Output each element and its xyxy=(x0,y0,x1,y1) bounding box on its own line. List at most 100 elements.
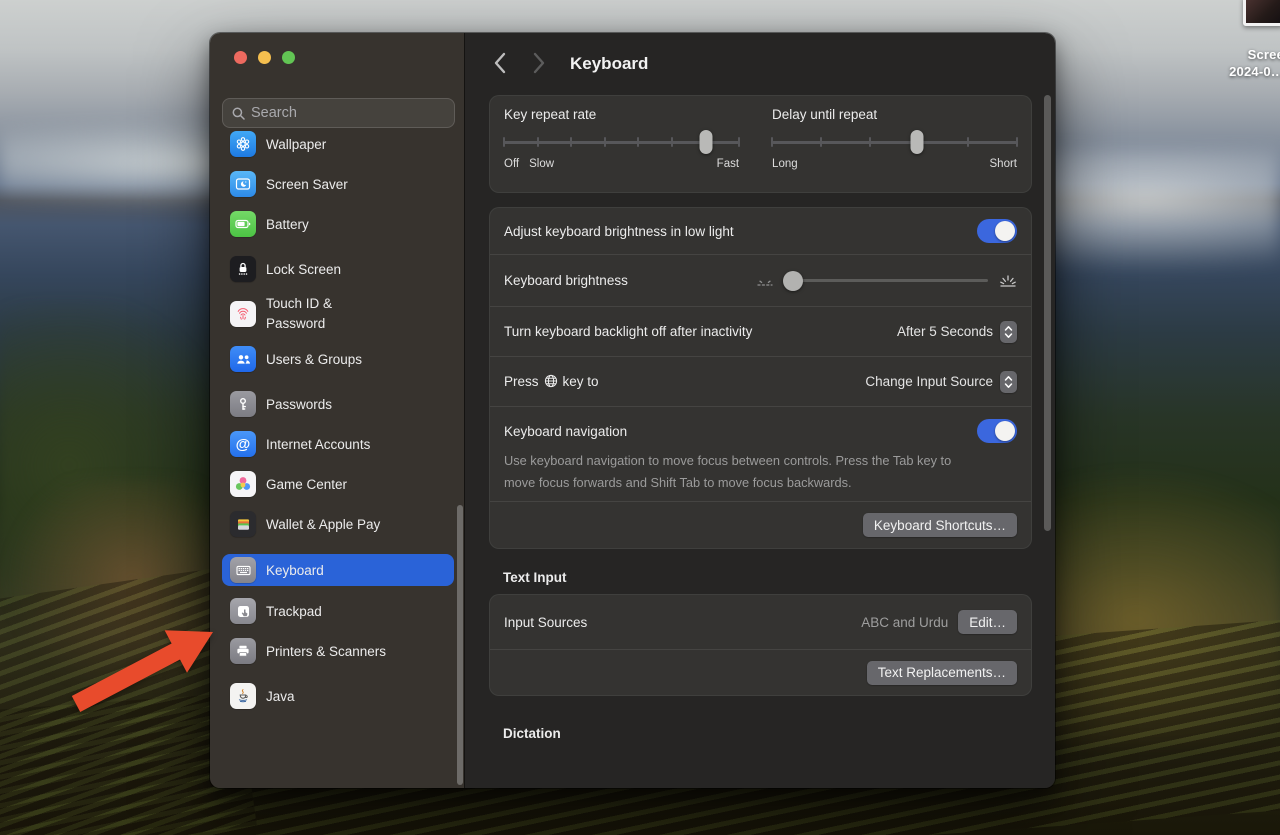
trackpad-icon xyxy=(230,598,256,624)
screen-saver-icon xyxy=(230,171,256,197)
dictation-header: Dictation xyxy=(503,726,1032,741)
globe-key-icon xyxy=(544,374,558,388)
text-replacements-button[interactable]: Text Replacements… xyxy=(867,661,1017,685)
key-repeat-slow-label: Slow xyxy=(529,158,554,170)
backlight-off-label: Turn keyboard backlight off after inacti… xyxy=(504,324,752,339)
key-repeat-label: Key repeat rate xyxy=(504,107,739,122)
keyboard-navigation-label: Keyboard navigation xyxy=(504,424,627,439)
settings-content: Key repeat rate Off xyxy=(489,95,1032,750)
up-down-chevrons-icon xyxy=(1004,375,1013,389)
keyboard-icon xyxy=(230,557,256,583)
passwords-icon xyxy=(230,391,256,417)
main-header: Keyboard xyxy=(465,33,1055,95)
search-placeholder: Search xyxy=(251,105,297,121)
wallpaper-icon xyxy=(230,131,256,157)
globe-key-stepper[interactable] xyxy=(1000,371,1017,393)
adjust-brightness-row: Adjust keyboard brightness in low light xyxy=(490,208,1031,254)
back-button[interactable] xyxy=(493,52,506,79)
java-icon xyxy=(230,683,256,709)
delay-short-label: Short xyxy=(990,158,1018,170)
press-label: Press xyxy=(504,374,539,389)
sidebar-item-java[interactable]: Java xyxy=(222,681,454,711)
keyboard-navigation-description: Use keyboard navigation to move focus be… xyxy=(504,450,972,494)
printer-icon xyxy=(230,638,256,664)
lock-screen-icon xyxy=(230,256,256,282)
screenshot-file-thumbnail[interactable] xyxy=(1243,0,1280,26)
internet-accounts-icon: @ xyxy=(230,431,256,457)
delay-repeat-slider[interactable] xyxy=(772,130,1017,154)
keyboard-brightness-slider[interactable] xyxy=(785,269,988,293)
globe-key-value: Change Input Source xyxy=(865,374,993,389)
delay-long-label: Long xyxy=(772,158,798,170)
sidebar-item-keyboard[interactable]: Keyboard xyxy=(222,554,454,586)
brightness-dim-icon xyxy=(756,273,774,289)
sidebar-scrollbar[interactable] xyxy=(457,505,463,785)
adjust-brightness-toggle[interactable] xyxy=(977,219,1017,243)
key-repeat-card: Key repeat rate Off xyxy=(489,95,1032,193)
chevron-left-icon xyxy=(493,52,506,74)
game-center-icon xyxy=(230,471,256,497)
sidebar-item-game-center[interactable]: Game Center xyxy=(222,469,454,499)
key-repeat-slider[interactable] xyxy=(504,130,739,154)
minimize-button[interactable] xyxy=(258,51,271,64)
keyboard-brightness-row: Keyboard brightness xyxy=(490,254,1031,306)
delay-repeat-label: Delay until repeat xyxy=(772,107,1017,122)
up-down-chevrons-icon xyxy=(1004,325,1013,339)
sidebar-item-lock-screen[interactable]: Lock Screen xyxy=(222,254,454,284)
input-sources-row: Input Sources ABC and Urdu Edit… xyxy=(490,595,1031,649)
main-scrollbar[interactable] xyxy=(1044,95,1051,531)
sidebar-item-users-groups[interactable]: Users & Groups xyxy=(222,344,454,374)
page-title: Keyboard xyxy=(570,54,648,74)
sidebar-item-printers-scanners[interactable]: Printers & Scanners xyxy=(222,636,454,666)
edit-input-sources-button[interactable]: Edit… xyxy=(958,610,1017,634)
keyboard-shortcuts-button[interactable]: Keyboard Shortcuts… xyxy=(863,513,1017,537)
keyboard-brightness-label: Keyboard brightness xyxy=(504,273,628,288)
users-groups-icon xyxy=(230,346,256,372)
sidebar-item-wallet-apple-pay[interactable]: Wallet & Apple Pay xyxy=(222,509,454,539)
sidebar-list: Wallpaper Screen Saver Battery xyxy=(222,129,454,782)
backlight-off-stepper[interactable] xyxy=(1000,321,1017,343)
touch-id-icon xyxy=(230,301,256,327)
sidebar-item-screen-saver[interactable]: Screen Saver xyxy=(222,169,454,199)
text-replacements-row: Text Replacements… xyxy=(490,649,1031,695)
close-button[interactable] xyxy=(234,51,247,64)
search-input[interactable]: Search xyxy=(222,98,455,128)
key-repeat-fast-label: Fast xyxy=(717,158,739,170)
text-input-card: Input Sources ABC and Urdu Edit… Text Re… xyxy=(489,594,1032,696)
brightness-bright-icon xyxy=(999,273,1017,289)
key-to-label: key to xyxy=(563,374,599,389)
forward-button[interactable] xyxy=(533,52,546,79)
globe-key-row: Press key to Change Input Source xyxy=(490,356,1031,406)
battery-icon xyxy=(230,211,256,237)
wallet-icon xyxy=(230,511,256,537)
keyboard-brightness-thumb[interactable] xyxy=(783,271,803,291)
shortcuts-row: Keyboard Shortcuts… xyxy=(490,501,1031,548)
screenshot-file-label[interactable]: Scree 2024-0… xyxy=(1229,46,1280,80)
sidebar-item-passwords[interactable]: Passwords xyxy=(222,389,454,419)
keyboard-navigation-toggle[interactable] xyxy=(977,419,1017,443)
sidebar-item-touch-id-password[interactable]: Touch ID & Password xyxy=(222,294,454,334)
system-settings-window: Search Wallpaper Screen Sav xyxy=(210,33,1055,788)
sidebar-item-internet-accounts[interactable]: @ Internet Accounts xyxy=(222,429,454,459)
key-repeat-slider-thumb[interactable] xyxy=(700,130,713,154)
keyboard-settings-card: Adjust keyboard brightness in low light … xyxy=(489,207,1032,549)
search-icon xyxy=(232,107,245,120)
adjust-brightness-label: Adjust keyboard brightness in low light xyxy=(504,224,734,239)
delay-repeat-slider-thumb[interactable] xyxy=(910,130,923,154)
backlight-off-row: Turn keyboard backlight off after inacti… xyxy=(490,306,1031,356)
input-sources-value: ABC and Urdu xyxy=(861,615,948,630)
settings-main-pane: Keyboard Key repeat rate xyxy=(465,33,1055,788)
sidebar-item-trackpad[interactable]: Trackpad xyxy=(222,596,454,626)
red-annotation-arrow xyxy=(68,616,220,716)
input-sources-label: Input Sources xyxy=(504,615,587,630)
chevron-right-icon xyxy=(533,52,546,74)
keyboard-navigation-row: Keyboard navigation Use keyboard navigat… xyxy=(490,406,1031,501)
traffic-lights xyxy=(234,51,295,64)
text-input-header: Text Input xyxy=(503,570,1032,585)
sidebar-item-battery[interactable]: Battery xyxy=(222,209,454,239)
sidebar-item-wallpaper[interactable]: Wallpaper xyxy=(222,129,454,159)
zoom-button[interactable] xyxy=(282,51,295,64)
backlight-off-value: After 5 Seconds xyxy=(897,324,993,339)
settings-sidebar: Search Wallpaper Screen Sav xyxy=(210,33,465,788)
key-repeat-off-label: Off xyxy=(504,158,519,170)
